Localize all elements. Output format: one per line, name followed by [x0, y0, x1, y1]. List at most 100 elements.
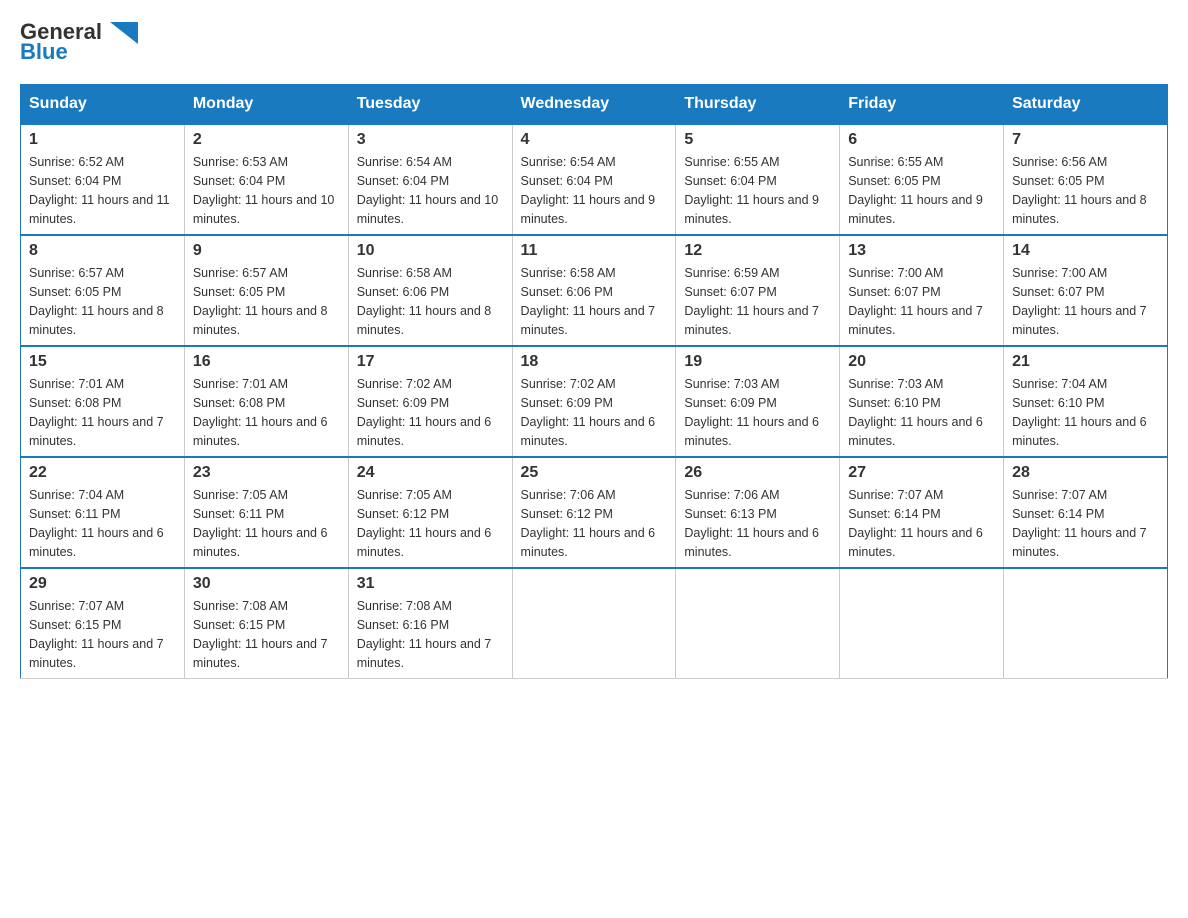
- day-info: Sunrise: 7:06 AM Sunset: 6:12 PM Dayligh…: [521, 486, 668, 561]
- day-number: 2: [193, 131, 340, 149]
- day-cell-15: 15 Sunrise: 7:01 AM Sunset: 6:08 PM Dayl…: [21, 346, 185, 457]
- day-cell-17: 17 Sunrise: 7:02 AM Sunset: 6:09 PM Dayl…: [348, 346, 512, 457]
- day-number: 11: [521, 242, 668, 260]
- daylight-label: Daylight: 11 hours and 8 minutes.: [29, 304, 164, 337]
- empty-cell: [512, 568, 676, 679]
- page-header: General Blue: [20, 20, 1168, 64]
- week-row-3: 15 Sunrise: 7:01 AM Sunset: 6:08 PM Dayl…: [21, 346, 1168, 457]
- daylight-label: Daylight: 11 hours and 10 minutes.: [357, 193, 499, 226]
- daylight-label: Daylight: 11 hours and 8 minutes.: [1012, 193, 1147, 226]
- sunset-label: Sunset: 6:10 PM: [1012, 396, 1104, 410]
- sunrise-label: Sunrise: 7:07 AM: [848, 488, 943, 502]
- sunset-label: Sunset: 6:09 PM: [357, 396, 449, 410]
- sunrise-label: Sunrise: 7:01 AM: [29, 377, 124, 391]
- sunset-label: Sunset: 6:08 PM: [193, 396, 285, 410]
- daylight-label: Daylight: 11 hours and 9 minutes.: [684, 193, 819, 226]
- sunset-label: Sunset: 6:13 PM: [684, 507, 776, 521]
- calendar-table: SundayMondayTuesdayWednesdayThursdayFrid…: [20, 84, 1168, 679]
- daylight-label: Daylight: 11 hours and 7 minutes.: [1012, 304, 1147, 337]
- sunrise-label: Sunrise: 6:59 AM: [684, 266, 779, 280]
- sunrise-label: Sunrise: 7:05 AM: [357, 488, 452, 502]
- daylight-label: Daylight: 11 hours and 10 minutes.: [193, 193, 335, 226]
- day-number: 10: [357, 242, 504, 260]
- day-info: Sunrise: 7:04 AM Sunset: 6:10 PM Dayligh…: [1012, 375, 1159, 450]
- sunset-label: Sunset: 6:14 PM: [848, 507, 940, 521]
- day-info: Sunrise: 6:54 AM Sunset: 6:04 PM Dayligh…: [521, 153, 668, 228]
- sunrise-label: Sunrise: 7:00 AM: [848, 266, 943, 280]
- day-info: Sunrise: 6:56 AM Sunset: 6:05 PM Dayligh…: [1012, 153, 1159, 228]
- day-cell-24: 24 Sunrise: 7:05 AM Sunset: 6:12 PM Dayl…: [348, 457, 512, 568]
- daylight-label: Daylight: 11 hours and 7 minutes.: [193, 637, 328, 670]
- day-cell-29: 29 Sunrise: 7:07 AM Sunset: 6:15 PM Dayl…: [21, 568, 185, 679]
- day-cell-6: 6 Sunrise: 6:55 AM Sunset: 6:05 PM Dayli…: [840, 124, 1004, 235]
- sunset-label: Sunset: 6:14 PM: [1012, 507, 1104, 521]
- daylight-label: Daylight: 11 hours and 6 minutes.: [357, 415, 492, 448]
- day-cell-12: 12 Sunrise: 6:59 AM Sunset: 6:07 PM Dayl…: [676, 235, 840, 346]
- day-info: Sunrise: 7:07 AM Sunset: 6:14 PM Dayligh…: [1012, 486, 1159, 561]
- sunset-label: Sunset: 6:06 PM: [521, 285, 613, 299]
- day-number: 3: [357, 131, 504, 149]
- sunrise-label: Sunrise: 6:53 AM: [193, 155, 288, 169]
- day-cell-2: 2 Sunrise: 6:53 AM Sunset: 6:04 PM Dayli…: [184, 124, 348, 235]
- day-number: 14: [1012, 242, 1159, 260]
- day-header-friday: Friday: [840, 85, 1004, 125]
- day-info: Sunrise: 7:03 AM Sunset: 6:09 PM Dayligh…: [684, 375, 831, 450]
- day-info: Sunrise: 7:07 AM Sunset: 6:15 PM Dayligh…: [29, 597, 176, 672]
- day-info: Sunrise: 6:57 AM Sunset: 6:05 PM Dayligh…: [29, 264, 176, 339]
- daylight-label: Daylight: 11 hours and 6 minutes.: [521, 526, 656, 559]
- sunrise-label: Sunrise: 7:07 AM: [1012, 488, 1107, 502]
- calendar-header: SundayMondayTuesdayWednesdayThursdayFrid…: [21, 85, 1168, 125]
- sunrise-label: Sunrise: 7:00 AM: [1012, 266, 1107, 280]
- day-number: 31: [357, 575, 504, 593]
- daylight-label: Daylight: 11 hours and 7 minutes.: [357, 637, 492, 670]
- day-cell-5: 5 Sunrise: 6:55 AM Sunset: 6:04 PM Dayli…: [676, 124, 840, 235]
- day-info: Sunrise: 6:54 AM Sunset: 6:04 PM Dayligh…: [357, 153, 504, 228]
- day-cell-1: 1 Sunrise: 6:52 AM Sunset: 6:04 PM Dayli…: [21, 124, 185, 235]
- day-info: Sunrise: 7:08 AM Sunset: 6:15 PM Dayligh…: [193, 597, 340, 672]
- week-row-4: 22 Sunrise: 7:04 AM Sunset: 6:11 PM Dayl…: [21, 457, 1168, 568]
- day-number: 17: [357, 353, 504, 371]
- day-number: 29: [29, 575, 176, 593]
- day-cell-26: 26 Sunrise: 7:06 AM Sunset: 6:13 PM Dayl…: [676, 457, 840, 568]
- day-number: 25: [521, 464, 668, 482]
- day-cell-3: 3 Sunrise: 6:54 AM Sunset: 6:04 PM Dayli…: [348, 124, 512, 235]
- day-cell-21: 21 Sunrise: 7:04 AM Sunset: 6:10 PM Dayl…: [1004, 346, 1168, 457]
- day-number: 6: [848, 131, 995, 149]
- day-info: Sunrise: 7:05 AM Sunset: 6:12 PM Dayligh…: [357, 486, 504, 561]
- day-info: Sunrise: 6:58 AM Sunset: 6:06 PM Dayligh…: [521, 264, 668, 339]
- day-info: Sunrise: 7:05 AM Sunset: 6:11 PM Dayligh…: [193, 486, 340, 561]
- day-header-monday: Monday: [184, 85, 348, 125]
- week-row-1: 1 Sunrise: 6:52 AM Sunset: 6:04 PM Dayli…: [21, 124, 1168, 235]
- daylight-label: Daylight: 11 hours and 7 minutes.: [684, 304, 819, 337]
- daylight-label: Daylight: 11 hours and 6 minutes.: [29, 526, 164, 559]
- empty-cell: [1004, 568, 1168, 679]
- sunrise-label: Sunrise: 6:58 AM: [357, 266, 452, 280]
- day-cell-31: 31 Sunrise: 7:08 AM Sunset: 6:16 PM Dayl…: [348, 568, 512, 679]
- daylight-label: Daylight: 11 hours and 7 minutes.: [29, 415, 164, 448]
- daylight-label: Daylight: 11 hours and 6 minutes.: [357, 526, 492, 559]
- day-cell-10: 10 Sunrise: 6:58 AM Sunset: 6:06 PM Dayl…: [348, 235, 512, 346]
- day-cell-19: 19 Sunrise: 7:03 AM Sunset: 6:09 PM Dayl…: [676, 346, 840, 457]
- sunrise-label: Sunrise: 7:05 AM: [193, 488, 288, 502]
- empty-cell: [840, 568, 1004, 679]
- day-number: 20: [848, 353, 995, 371]
- day-number: 30: [193, 575, 340, 593]
- day-info: Sunrise: 6:59 AM Sunset: 6:07 PM Dayligh…: [684, 264, 831, 339]
- sunrise-label: Sunrise: 6:56 AM: [1012, 155, 1107, 169]
- sunset-label: Sunset: 6:07 PM: [1012, 285, 1104, 299]
- daylight-label: Daylight: 11 hours and 8 minutes.: [357, 304, 492, 337]
- day-info: Sunrise: 7:06 AM Sunset: 6:13 PM Dayligh…: [684, 486, 831, 561]
- sunset-label: Sunset: 6:12 PM: [521, 507, 613, 521]
- sunset-label: Sunset: 6:05 PM: [29, 285, 121, 299]
- day-cell-27: 27 Sunrise: 7:07 AM Sunset: 6:14 PM Dayl…: [840, 457, 1004, 568]
- day-header-sunday: Sunday: [21, 85, 185, 125]
- day-number: 1: [29, 131, 176, 149]
- day-info: Sunrise: 6:55 AM Sunset: 6:05 PM Dayligh…: [848, 153, 995, 228]
- day-info: Sunrise: 7:01 AM Sunset: 6:08 PM Dayligh…: [29, 375, 176, 450]
- day-info: Sunrise: 7:04 AM Sunset: 6:11 PM Dayligh…: [29, 486, 176, 561]
- day-info: Sunrise: 6:57 AM Sunset: 6:05 PM Dayligh…: [193, 264, 340, 339]
- day-number: 15: [29, 353, 176, 371]
- day-cell-7: 7 Sunrise: 6:56 AM Sunset: 6:05 PM Dayli…: [1004, 124, 1168, 235]
- sunset-label: Sunset: 6:07 PM: [848, 285, 940, 299]
- sunset-label: Sunset: 6:11 PM: [29, 507, 121, 521]
